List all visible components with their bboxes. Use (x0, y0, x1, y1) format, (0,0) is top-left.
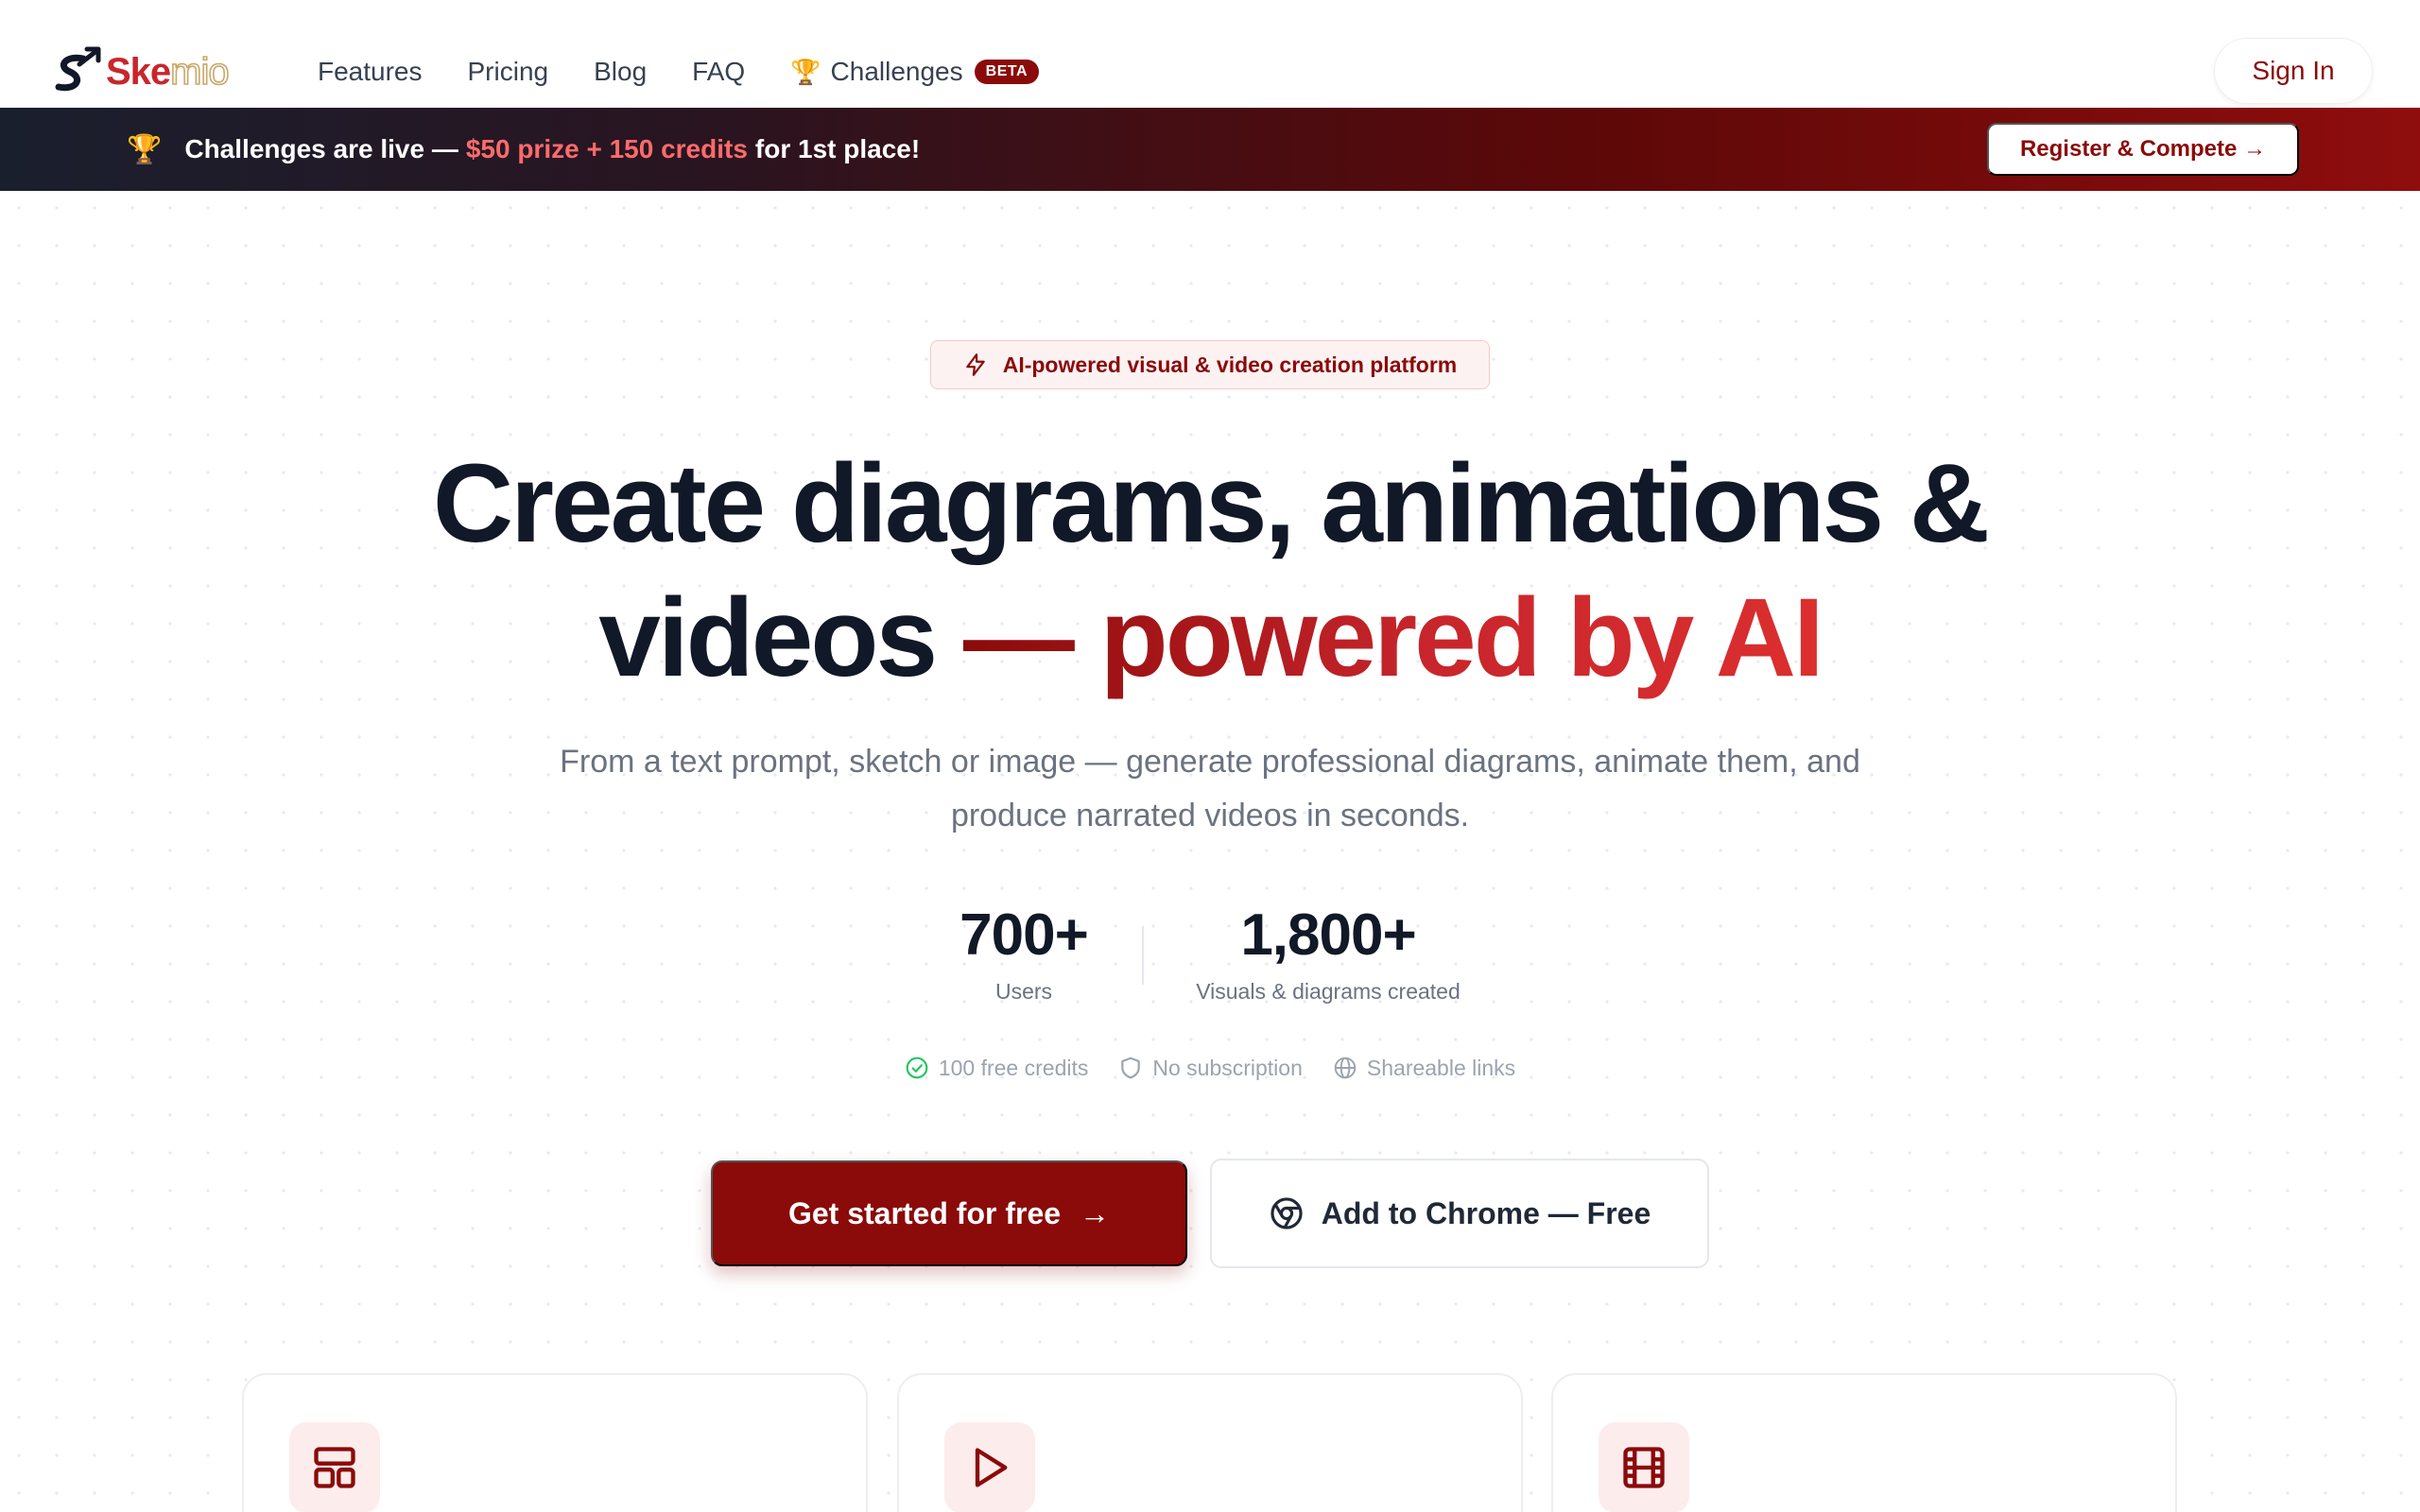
feature-label: 100 free credits (938, 1055, 1089, 1080)
stat-users: 700+ Users (908, 898, 1140, 1005)
hero-headline: Create diagrams, animations & videos — p… (0, 437, 2420, 705)
stat-divider (1142, 926, 1144, 985)
trophy-icon: 🏆 (790, 57, 821, 86)
globe-icon (1334, 1057, 1357, 1079)
sign-in-button[interactable]: Sign In (2214, 38, 2373, 104)
feature-card-animations[interactable] (897, 1373, 1523, 1512)
nav-link-faq[interactable]: FAQ (692, 53, 745, 91)
card-icon-wrapper (289, 1422, 380, 1512)
check-circle-icon (906, 1057, 928, 1079)
platform-pill: AI-powered visual & video creation platf… (930, 340, 1490, 389)
add-to-chrome-button[interactable]: Add to Chrome — Free (1210, 1159, 1709, 1268)
logo-icon (55, 46, 101, 92)
feature-shareable-links: Shareable links (1333, 1056, 1515, 1081)
get-started-label: Get started for free (787, 1195, 1062, 1230)
stat-label: Visuals & diagrams created (1196, 979, 1461, 1004)
stat-visuals: 1,800+ Visuals & diagrams created (1172, 898, 1484, 1005)
hero-subtitle: From a text prompt, sketch or image — ge… (560, 744, 1860, 833)
stat-value: 700+ (959, 902, 1089, 968)
banner-message: 🏆 Challenges are live — $50 prize + 150 … (127, 108, 920, 191)
banner-suffix: for 1st place! (754, 134, 921, 163)
pill-label: AI-powered visual & video creation platf… (1002, 352, 1458, 377)
feature-no-subscription: No subscription (1118, 1056, 1303, 1081)
feature-label: No subscription (1152, 1055, 1303, 1080)
play-icon (975, 1448, 1008, 1487)
card-icon-wrapper (1599, 1422, 1689, 1512)
shield-icon (1121, 1057, 1141, 1079)
stat-value: 1,800+ (1240, 902, 1416, 968)
feature-card-diagrams[interactable] (242, 1373, 868, 1512)
nav-link-blog[interactable]: Blog (594, 53, 647, 91)
feature-highlights: 100 free credits No subscription Shareab… (0, 1051, 2420, 1085)
logo[interactable]: Skemio (51, 45, 230, 98)
nav-link-pricing[interactable]: Pricing (468, 53, 549, 91)
arrow-right-icon: → (1080, 1195, 1111, 1230)
feature-card-videos[interactable] (1551, 1373, 2177, 1512)
banner-prefix: Challenges are live — (184, 134, 458, 163)
film-icon (1623, 1447, 1665, 1488)
card-icon-wrapper (944, 1422, 1035, 1512)
nav-link-features[interactable]: Features (318, 53, 423, 91)
beta-badge: BETA (974, 60, 1040, 84)
get-started-button[interactable]: Get started for free → (711, 1160, 1187, 1266)
register-compete-button[interactable]: Register & Compete → (1987, 123, 2299, 176)
feature-free-credits: 100 free credits (905, 1055, 1089, 1081)
lightning-icon (965, 353, 985, 376)
nav-link-challenges[interactable]: 🏆 Challenges BETA (790, 57, 1040, 87)
chrome-icon (1270, 1197, 1303, 1229)
add-to-chrome-label: Add to Chrome — Free (1321, 1195, 1651, 1230)
top-navbar: Skemio Features Pricing Blog FAQ 🏆 Chall… (0, 0, 2420, 108)
logo-text: Skemio (106, 50, 230, 94)
stats-row: 700+ Users 1,800+ Visuals & diagrams cre… (0, 898, 2420, 1011)
banner-prize: $50 prize + 150 credits (465, 134, 748, 163)
nav-challenges-label: Challenges (830, 57, 963, 86)
stat-label: Users (994, 979, 1053, 1004)
announcement-banner: 🏆 Challenges are live — $50 prize + 150 … (0, 108, 2420, 191)
headline-line1: Create diagrams, animations & (432, 441, 1990, 566)
trophy-icon: 🏆 (127, 133, 163, 165)
feature-label: Shareable links (1366, 1055, 1516, 1080)
headline-accent: — powered by AI (962, 576, 1824, 700)
layout-icon (314, 1447, 355, 1488)
nav-links: Features Pricing Blog FAQ 🏆 Challenges B… (318, 53, 1040, 91)
headline-line2-prefix: videos (598, 576, 938, 700)
